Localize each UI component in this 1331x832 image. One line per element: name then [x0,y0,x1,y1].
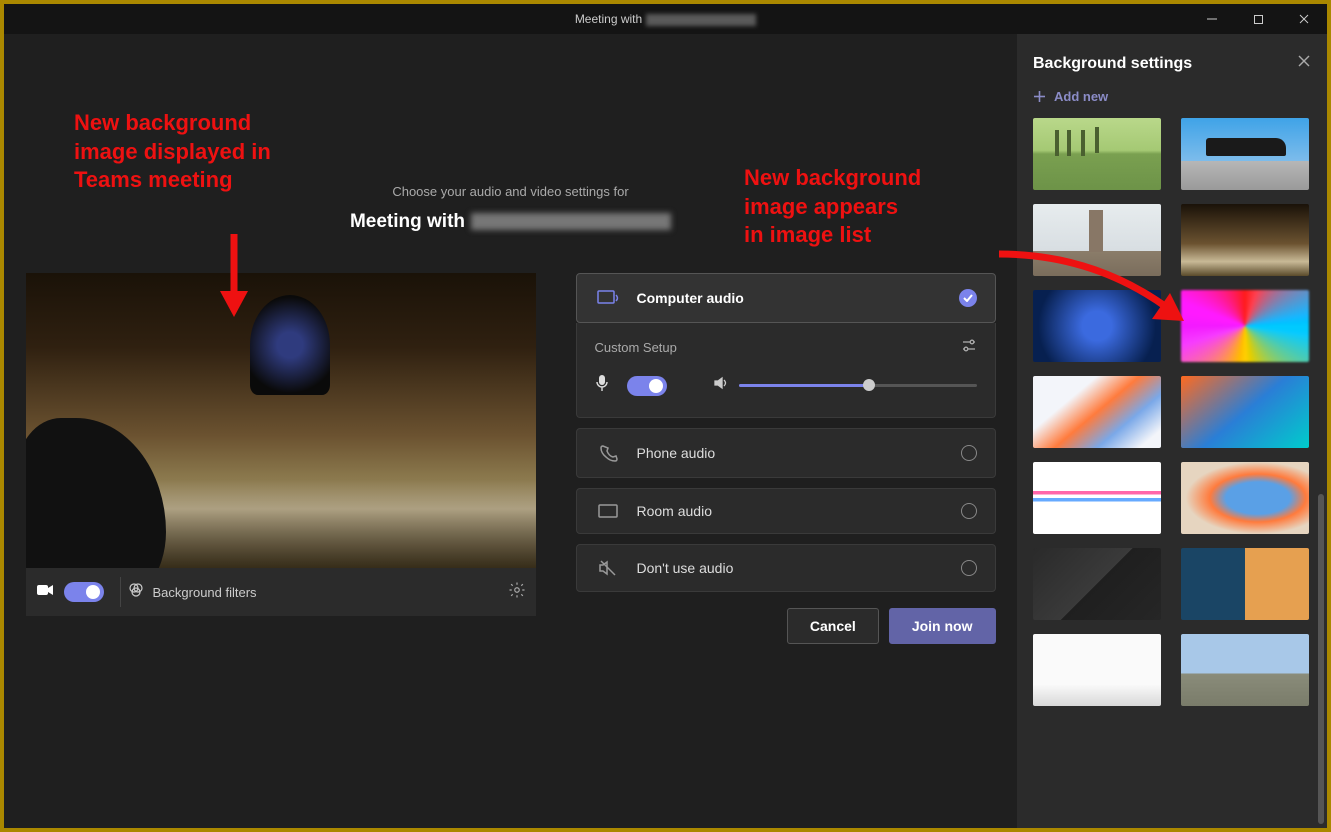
audio-option-none[interactable]: Don't use audio [576,544,996,592]
bg-thumb-data-stream[interactable] [1181,376,1309,448]
background-settings-panel: Background settings Add new [1017,34,1327,828]
window-title: Meeting with [575,12,756,26]
video-preview [26,273,536,568]
close-button[interactable] [1281,4,1327,34]
custom-setup-panel: Custom Setup [576,323,996,418]
no-audio-icon [595,559,621,577]
microphone-icon [595,374,609,397]
custom-setup-label[interactable]: Custom Setup [595,340,677,355]
settings-button[interactable] [508,581,526,604]
sliders-icon[interactable] [961,339,977,356]
audio-option-computer[interactable]: Computer audio [576,273,996,323]
prejoin-area: New backgroundimage displayed inTeams me… [4,34,1017,828]
radio-unchecked [961,560,977,576]
bg-thumb-airplane-runway[interactable] [1181,118,1309,190]
computer-audio-label: Computer audio [637,290,959,306]
annotation-right: New backgroundimage appearsin image list [744,164,921,250]
bg-thumb-parliament-building[interactable] [1033,204,1161,276]
room-audio-label: Room audio [637,503,961,519]
add-new-label: Add new [1054,89,1108,104]
bg-thumb-blue-fold[interactable] [1181,462,1309,534]
video-column: Background filters [26,273,536,616]
window-controls [1189,4,1327,34]
camera-icon [36,583,54,602]
bg-thumb-abstract-paint[interactable] [1181,290,1309,362]
phone-audio-label: Phone audio [637,445,961,461]
no-audio-label: Don't use audio [637,560,961,576]
close-panel-button[interactable] [1297,54,1311,73]
panel-scrollbar[interactable] [1318,494,1324,824]
bg-thumb-dark-blocks[interactable] [1033,548,1161,620]
bg-thumb-virtual-room[interactable] [1181,548,1309,620]
speaker-icon [713,376,729,395]
divider [120,577,121,607]
audio-option-phone[interactable]: Phone audio [576,428,996,478]
radio-unchecked [961,445,977,461]
action-row: Cancel Join now [576,608,996,644]
mic-toggle-group [595,374,677,397]
background-filters-label[interactable]: Background filters [153,585,257,600]
minimize-button[interactable] [1189,4,1235,34]
meeting-title: Meeting with [24,211,997,233]
maximize-button[interactable] [1235,4,1281,34]
bg-thumb-orange-curve[interactable] [1033,376,1161,448]
main-area: New backgroundimage displayed inTeams me… [4,34,1327,828]
redacted-name [471,213,671,230]
background-thumbnails-grid [1033,118,1311,706]
bg-thumb-cathedral-interior[interactable] [1181,204,1309,276]
radio-unchecked [961,503,977,519]
choose-settings-label: Choose your audio and video settings for [24,184,997,199]
room-icon [595,503,621,519]
preview-controls-bar: Background filters [26,568,536,616]
bg-thumb-park-trees[interactable] [1033,118,1161,190]
bg-thumb-blue-orb[interactable] [1033,290,1161,362]
audio-option-room[interactable]: Room audio [576,488,996,534]
annotation-left: New backgroundimage displayed inTeams me… [74,109,271,195]
bg-thumb-color-swatches[interactable] [1033,462,1161,534]
panel-title: Background settings [1033,55,1192,73]
cancel-button[interactable]: Cancel [787,608,879,644]
bg-thumb-monument-statue[interactable] [1181,634,1309,706]
filters-icon[interactable] [127,581,145,604]
selected-check-icon [959,289,977,307]
volume-slider[interactable] [739,384,977,387]
computer-audio-icon [595,288,621,308]
bg-thumb-white-gallery[interactable] [1033,634,1161,706]
add-new-button[interactable]: Add new [1033,89,1311,104]
join-now-button[interactable]: Join now [889,608,996,644]
redacted-name [646,14,756,26]
mic-toggle[interactable] [627,376,667,396]
audio-column: Computer audio Custom Setup [576,273,996,644]
volume-row [713,376,977,395]
camera-toggle[interactable] [64,582,104,602]
titlebar: Meeting with [4,4,1327,34]
phone-icon [595,443,621,463]
